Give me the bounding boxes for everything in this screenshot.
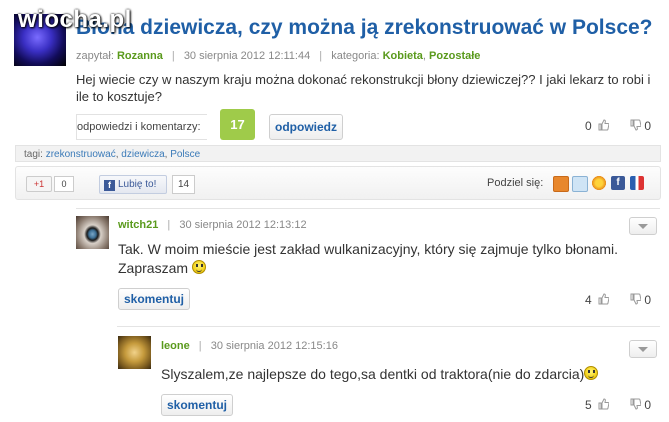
- thumb-down-icon[interactable]: [630, 119, 641, 131]
- comment-vote-down[interactable]: 0: [627, 398, 651, 412]
- facebook-icon: f: [104, 180, 115, 191]
- comment-vote-up[interactable]: 4: [585, 293, 610, 307]
- tag-link[interactable]: Polsce: [170, 149, 200, 160]
- divider: [117, 326, 660, 327]
- question-title[interactable]: Błona dziewicza, czy można ją zrekonstru…: [76, 16, 653, 40]
- share-label: Podziel się:: [487, 177, 544, 189]
- category-link-pozostale[interactable]: Pozostałe: [429, 50, 480, 62]
- separator: |: [171, 50, 175, 62]
- thumb-down-icon[interactable]: [630, 293, 641, 305]
- commenter-avatar[interactable]: [76, 216, 109, 249]
- comment-vote-up[interactable]: 5: [585, 398, 610, 412]
- comment-date: 30 sierpnia 2012 12:13:12: [179, 219, 307, 231]
- flag-icon[interactable]: [630, 176, 644, 190]
- reply-button[interactable]: skomentuj: [161, 394, 234, 416]
- comment-options-dropdown[interactable]: [629, 217, 657, 235]
- comment-vote-down[interactable]: 0: [627, 293, 651, 307]
- vote-up-count: 4: [585, 293, 592, 307]
- author-link[interactable]: Rozanna: [117, 50, 163, 62]
- smiley-icon: [584, 366, 599, 380]
- thumb-up-icon[interactable]: [598, 293, 610, 305]
- separator: |: [319, 50, 323, 62]
- site-watermark: wiocha.pl: [18, 6, 132, 33]
- comments-count-badge[interactable]: 17: [220, 109, 255, 140]
- comment-text-content: Slyszalem,ze najlepsze do tego,sa dentki…: [161, 366, 585, 382]
- comment-text: Tak. W moim mieście jest zakład wulkaniz…: [118, 240, 623, 278]
- thumb-up-icon[interactable]: [598, 119, 610, 131]
- facebook-like-label: Lubię to!: [118, 179, 157, 190]
- comment-text: Slyszalem,ze najlepsze do tego,sa dentki…: [161, 365, 621, 384]
- category-label: kategoria:: [331, 50, 380, 62]
- sun-icon[interactable]: [592, 176, 606, 190]
- vote-down-count: 0: [644, 119, 652, 133]
- tags-bar: tagi: zrekonstruować, dziewicza, Polsce: [15, 145, 661, 162]
- answer-button[interactable]: odpowiedz: [269, 114, 343, 140]
- separator: |: [167, 219, 171, 231]
- comment-author-link[interactable]: witch21: [118, 219, 158, 231]
- reply-button[interactable]: skomentuj: [118, 288, 191, 310]
- vote-down-count: 0: [644, 293, 652, 307]
- commenter-avatar[interactable]: [118, 336, 151, 369]
- vote-down-count: 0: [644, 398, 652, 412]
- blip-icon[interactable]: [572, 176, 588, 192]
- chevron-down-icon: [638, 224, 648, 229]
- comment-author-link[interactable]: leone: [161, 340, 190, 352]
- tag-link[interactable]: dziewicza: [121, 149, 164, 160]
- question-vote-up[interactable]: 0: [585, 119, 610, 133]
- category-link-kobieta[interactable]: Kobieta: [383, 50, 423, 62]
- thumb-up-icon[interactable]: [598, 398, 610, 410]
- comment-date: 30 sierpnia 2012 12:15:16: [210, 340, 338, 352]
- thumb-down-icon[interactable]: [630, 398, 641, 410]
- comment-options-dropdown[interactable]: [629, 340, 657, 358]
- question-vote-down[interactable]: 0: [627, 119, 651, 133]
- smiley-icon: [191, 260, 206, 274]
- vote-up-count: 5: [585, 398, 592, 412]
- divider: [76, 208, 660, 209]
- tags-label: tagi:: [24, 149, 43, 160]
- question-date: 30 sierpnia 2012 12:11:44: [183, 50, 311, 62]
- comma: ,: [422, 50, 426, 62]
- comment-meta: witch21 | 30 sierpnia 2012 12:13:12: [118, 219, 307, 231]
- tag-link[interactable]: zrekonstruować: [46, 149, 116, 160]
- facebook-share-icon[interactable]: f: [611, 176, 625, 190]
- comments-count-label: odpowiedzi i komentarzy:: [76, 114, 207, 140]
- separator: |: [198, 340, 202, 352]
- google-plus-button[interactable]: +1: [26, 176, 52, 192]
- chevron-down-icon: [638, 347, 648, 352]
- vote-up-count: 0: [585, 119, 592, 133]
- wykop-icon[interactable]: [553, 176, 569, 192]
- comment-meta: leone | 30 sierpnia 2012 12:15:16: [161, 340, 338, 352]
- question-meta: zapytał: Rozanna | 30 sierpnia 2012 12:1…: [76, 50, 480, 62]
- google-plus-count: 0: [54, 176, 74, 192]
- facebook-like-count: 14: [172, 175, 195, 194]
- facebook-like-button[interactable]: f Lubię to!: [99, 175, 167, 194]
- asked-label: zapytał:: [76, 50, 114, 62]
- question-body: Hej wiecie czy w naszym kraju można doko…: [76, 72, 651, 104]
